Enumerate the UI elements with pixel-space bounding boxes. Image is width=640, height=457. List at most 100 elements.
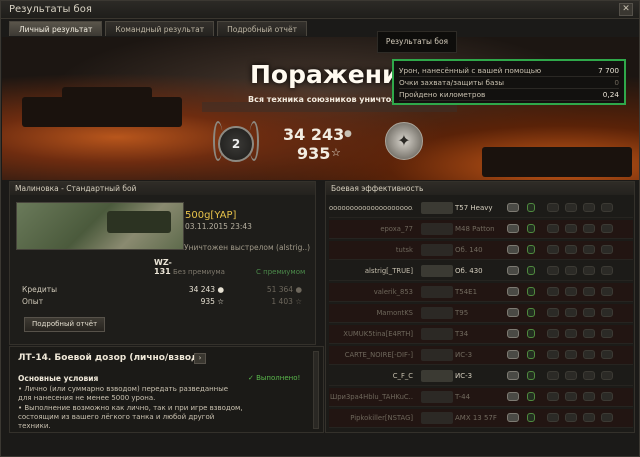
spotted-icon — [507, 266, 519, 275]
damage-icon — [565, 203, 577, 212]
damage-icon — [565, 245, 577, 254]
efficiency-row[interactable]: MamontKS T95 — [329, 304, 633, 323]
efficiency-row[interactable]: oooooooooooooooooooo.. T57 Heavy — [329, 199, 633, 218]
kill-icon — [583, 287, 595, 296]
efficiency-title: Боевая эффективность — [326, 182, 634, 195]
kill-icon — [583, 371, 595, 380]
player-name: tutsk — [395, 246, 413, 254]
damage-assist-icon — [527, 413, 535, 422]
vehicle-name: T95 — [455, 309, 469, 317]
tank-icon — [421, 349, 453, 361]
tooltip-label: Пройдено километров — [399, 90, 486, 99]
spotted-icon — [507, 329, 519, 338]
efficiency-row[interactable]: Шри3ра4Hblu_TAHKuC.. T-44 — [329, 388, 633, 407]
player-name: epoxa_77 — [380, 225, 413, 233]
tab-team-result[interactable]: Командный результат — [105, 21, 215, 36]
mission-status: ✓ Выполнено! — [248, 374, 301, 382]
damage-assist-icon — [527, 287, 535, 296]
map-thumbnail: WZ-131 — [16, 202, 184, 276]
efficiency-row[interactable]: CARTE_NOIRE[-DIF-] ИС-3 — [329, 346, 633, 365]
player-name: XUMUK5tina[E4RTH] — [343, 330, 413, 338]
vehicle-name: T57 Heavy — [455, 204, 493, 212]
close-icon[interactable]: ✕ — [619, 3, 633, 16]
tank-icon — [421, 202, 453, 214]
crit-icon — [547, 392, 559, 401]
kill-icon — [583, 392, 595, 401]
efficiency-row[interactable]: tutsk Об. 140 — [329, 241, 633, 260]
vehicle-name: ИС-3 — [455, 372, 473, 380]
details-button[interactable]: Подробный отчёт — [24, 317, 106, 332]
player-name: oooooooooooooooooooo.. — [329, 204, 413, 212]
tank-icon — [421, 391, 453, 403]
tank-icon — [421, 307, 453, 319]
armor-icon — [601, 245, 613, 254]
armor-icon — [601, 266, 613, 275]
spotted-icon — [507, 350, 519, 359]
spotted-icon — [507, 245, 519, 254]
armor-icon — [601, 413, 613, 422]
damage-assist-icon — [527, 371, 535, 380]
damage-assist-icon — [527, 308, 535, 317]
efficiency-row[interactable]: C_F_C ИС-3 — [329, 367, 633, 386]
kill-icon — [583, 224, 595, 233]
mission-line: техники. — [18, 422, 51, 431]
mission-panel: ЛТ-14. Боевой дозор (лично/взвод) › Осно… — [9, 346, 324, 433]
crit-icon — [547, 266, 559, 275]
spotted-icon — [507, 203, 519, 212]
kill-icon — [583, 308, 595, 317]
experience-row-label: Опыт — [22, 297, 44, 306]
crit-icon — [547, 224, 559, 233]
efficiency-row[interactable]: epoxa_77 M48 Patton — [329, 220, 633, 239]
personal-panel: Малиновка - Стандартный бой WZ-131 500g[… — [9, 181, 316, 345]
mission-scrollbar[interactable] — [313, 351, 319, 429]
efficiency-panel: Боевая эффективность ooooooooooooooooooo… — [325, 181, 635, 433]
crit-icon — [547, 350, 559, 359]
experience-premium-value: 1 403 ☆ — [271, 297, 302, 306]
vehicle-name: T-44 — [455, 393, 471, 401]
mission-title: ЛТ-14. Боевой дозор (лично/взвод) — [18, 353, 203, 363]
tooltip-row: Урон, нанесённый с вашей помощью 7 700 — [399, 65, 619, 77]
efficiency-row[interactable]: Pipkokiller[NSTAG] AMX 13 57F — [329, 409, 633, 428]
tooltip-label: Урон, нанесённый с вашей помощью — [399, 66, 542, 75]
credits-premium-value: 51 364 ● — [266, 285, 302, 294]
tooltip-header: Результаты боя — [377, 31, 457, 53]
crit-icon — [547, 329, 559, 338]
vehicle-name: Об. 430 — [455, 267, 483, 275]
damage-icon — [565, 350, 577, 359]
result-subtitle: Вся техника союзников уничтожена — [248, 95, 392, 104]
tank-silhouette-left — [22, 97, 182, 127]
battle-results-window: Результаты боя ✕ Личный результат Команд… — [0, 0, 640, 457]
tank-icon — [421, 286, 453, 298]
tab-detailed-report[interactable]: Подробный отчёт — [217, 21, 307, 36]
chevron-right-icon[interactable]: › — [194, 353, 206, 364]
crit-icon — [547, 308, 559, 317]
tooltip-row: Пройдено километров 0,24 — [399, 89, 619, 101]
kill-icon — [583, 350, 595, 359]
spotted-icon — [507, 224, 519, 233]
kill-icon — [583, 245, 595, 254]
player-name: CARTE_NOIRE[-DIF-] — [344, 351, 413, 359]
armor-icon — [601, 329, 613, 338]
mission-line: состоящим из вашего лёгкого танка и любо… — [18, 412, 215, 421]
damage-icon — [565, 329, 577, 338]
tooltip-value: 0,24 — [602, 90, 619, 99]
mastery-medal[interactable]: 2 — [218, 126, 254, 162]
kill-icon — [583, 413, 595, 422]
efficiency-row[interactable]: XUMUK5tina[E4RTH] T34 — [329, 325, 633, 344]
achievement-badge-icon[interactable]: ✦ — [385, 122, 423, 160]
spotted-icon — [507, 371, 519, 380]
tab-personal-result[interactable]: Личный результат — [9, 21, 103, 36]
player-name: MamontKS — [376, 309, 413, 317]
tank-icon — [421, 370, 453, 382]
spotted-icon — [507, 413, 519, 422]
tank-image — [107, 211, 171, 233]
tooltip-value: 7 700 — [598, 66, 619, 75]
damage-assist-icon — [527, 350, 535, 359]
efficiency-row[interactable]: alstrig[_TRUE] Об. 430 — [329, 262, 633, 281]
efficiency-row[interactable]: valerik_853 T54E1 — [329, 283, 633, 302]
crit-icon — [547, 287, 559, 296]
crit-icon — [547, 203, 559, 212]
death-reason: Уничтожен выстрелом (alstrig..) — [184, 243, 311, 252]
mission-line: • Лично (или суммарно взводом) передать … — [18, 385, 229, 393]
player-name: alstrig[_TRUE] — [364, 267, 413, 275]
